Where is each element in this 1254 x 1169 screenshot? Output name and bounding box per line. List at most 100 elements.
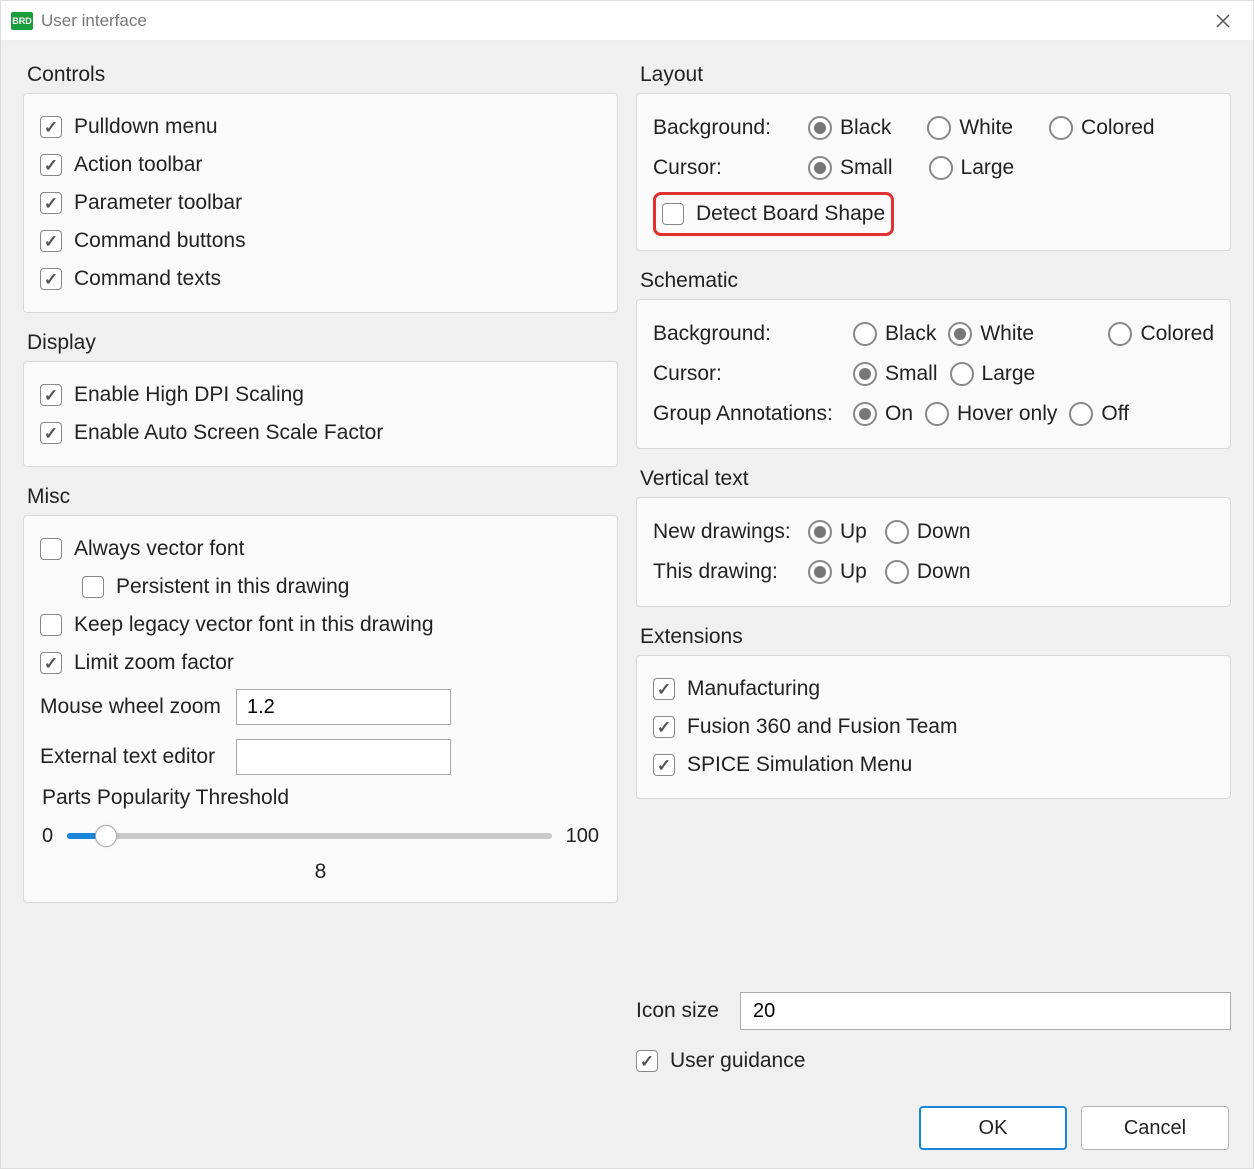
group-misc: Always vector font Persistent in this dr…	[23, 515, 618, 903]
checkbox-parameter-toolbar[interactable]	[40, 192, 62, 214]
label-manufacturing: Manufacturing	[687, 677, 820, 701]
label-mouse-wheel-zoom: Mouse wheel zoom	[40, 695, 236, 719]
radio-annot-on[interactable]	[853, 402, 877, 426]
radio-schem-bg-colored[interactable]	[1108, 322, 1132, 346]
group-title-vertical-text: Vertical text	[636, 467, 1231, 491]
slider-thumb[interactable]	[95, 825, 117, 847]
checkbox-always-vector-font[interactable]	[40, 538, 62, 560]
label-schem-large: Large	[982, 362, 1036, 386]
label-command-buttons: Command buttons	[74, 229, 246, 253]
label-schem-small: Small	[885, 362, 938, 386]
radio-schem-cursor-small[interactable]	[853, 362, 877, 386]
radio-new-up[interactable]	[808, 520, 832, 544]
slider-min: 0	[42, 825, 53, 848]
checkbox-high-dpi[interactable]	[40, 384, 62, 406]
radio-annot-hover[interactable]	[925, 402, 949, 426]
slider-parts-threshold[interactable]	[67, 833, 552, 839]
group-vertical-text: New drawings: Up Down This drawing: Up D…	[636, 497, 1231, 607]
label-hover: Hover only	[957, 402, 1057, 426]
label-action-toolbar: Action toolbar	[74, 153, 202, 177]
radio-layout-bg-colored[interactable]	[1049, 116, 1073, 140]
label-group-annotations: Group Annotations:	[653, 402, 853, 426]
checkbox-spice[interactable]	[653, 754, 675, 776]
radio-layout-bg-black[interactable]	[808, 116, 832, 140]
checkbox-persistent[interactable]	[82, 576, 104, 598]
label-large: Large	[961, 156, 1015, 180]
titlebar: BRD User interface	[1, 1, 1253, 41]
label-new-drawings: New drawings:	[653, 520, 808, 544]
radio-this-up[interactable]	[808, 560, 832, 584]
checkbox-command-texts[interactable]	[40, 268, 62, 290]
label-user-guidance: User guidance	[670, 1049, 805, 1073]
checkbox-fusion[interactable]	[653, 716, 675, 738]
label-schem-black: Black	[885, 322, 936, 346]
cancel-button[interactable]: Cancel	[1081, 1106, 1229, 1150]
label-on: On	[885, 402, 913, 426]
checkbox-keep-legacy[interactable]	[40, 614, 62, 636]
app-icon: BRD	[11, 12, 33, 30]
highlight-detect-board-shape: Detect Board Shape	[653, 192, 894, 236]
group-title-misc: Misc	[23, 485, 618, 509]
checkbox-detect-board-shape[interactable]	[662, 203, 684, 225]
label-colored: Colored	[1081, 116, 1155, 140]
label-pulldown-menu: Pulldown menu	[74, 115, 218, 139]
group-schematic: Background: Black White Colored Cursor: …	[636, 299, 1231, 449]
radio-annot-off[interactable]	[1069, 402, 1093, 426]
close-button[interactable]	[1203, 6, 1243, 36]
label-schem-white: White	[980, 322, 1034, 346]
buttons-row: OK Cancel	[1, 1088, 1253, 1168]
input-icon-size[interactable]	[740, 992, 1231, 1030]
label-small: Small	[840, 156, 893, 180]
dialog-window: BRD User interface Controls Pulldown men…	[0, 0, 1254, 1169]
radio-schem-bg-black[interactable]	[853, 322, 877, 346]
label-white: White	[959, 116, 1013, 140]
radio-this-down[interactable]	[885, 560, 909, 584]
group-title-schematic: Schematic	[636, 269, 1231, 293]
label-this-down: Down	[917, 560, 971, 584]
label-auto-scale: Enable Auto Screen Scale Factor	[74, 421, 383, 445]
close-icon	[1216, 14, 1230, 28]
label-spice: SPICE Simulation Menu	[687, 753, 912, 777]
radio-schem-bg-white[interactable]	[948, 322, 972, 346]
ok-button[interactable]: OK	[919, 1106, 1067, 1150]
dialog-content: Controls Pulldown menu Action toolbar Pa…	[1, 41, 1253, 1088]
radio-schem-cursor-large[interactable]	[950, 362, 974, 386]
checkbox-command-buttons[interactable]	[40, 230, 62, 252]
right-column: Layout Background: Black White Colored C…	[636, 63, 1231, 1080]
label-black: Black	[840, 116, 891, 140]
slider-max: 100	[566, 825, 599, 848]
label-schem-colored: Colored	[1140, 322, 1214, 346]
slider-value: 8	[42, 860, 599, 884]
radio-new-down[interactable]	[885, 520, 909, 544]
input-mouse-wheel-zoom[interactable]	[236, 689, 451, 725]
label-always-vector-font: Always vector font	[74, 537, 244, 561]
group-extensions: Manufacturing Fusion 360 and Fusion Team…	[636, 655, 1231, 799]
label-limit-zoom: Limit zoom factor	[74, 651, 234, 675]
label-command-texts: Command texts	[74, 267, 221, 291]
group-title-layout: Layout	[636, 63, 1231, 87]
label-schem-cursor: Cursor:	[653, 362, 853, 386]
label-parts-threshold: Parts Popularity Threshold	[42, 786, 599, 810]
input-external-editor[interactable]	[236, 739, 451, 775]
radio-layout-bg-white[interactable]	[927, 116, 951, 140]
label-new-down: Down	[917, 520, 971, 544]
group-title-display: Display	[23, 331, 618, 355]
radio-layout-cursor-small[interactable]	[808, 156, 832, 180]
radio-layout-cursor-large[interactable]	[929, 156, 953, 180]
checkbox-auto-scale[interactable]	[40, 422, 62, 444]
group-display: Enable High DPI Scaling Enable Auto Scre…	[23, 361, 618, 467]
label-parameter-toolbar: Parameter toolbar	[74, 191, 242, 215]
label-fusion: Fusion 360 and Fusion Team	[687, 715, 957, 739]
label-icon-size: Icon size	[636, 999, 726, 1023]
label-schem-background: Background:	[653, 322, 853, 346]
checkbox-manufacturing[interactable]	[653, 678, 675, 700]
checkbox-user-guidance[interactable]	[636, 1050, 658, 1072]
checkbox-pulldown-menu[interactable]	[40, 116, 62, 138]
left-column: Controls Pulldown menu Action toolbar Pa…	[23, 63, 618, 1080]
group-controls: Pulldown menu Action toolbar Parameter t…	[23, 93, 618, 313]
group-layout: Background: Black White Colored Cursor: …	[636, 93, 1231, 251]
label-off: Off	[1101, 402, 1129, 426]
checkbox-limit-zoom[interactable]	[40, 652, 62, 674]
checkbox-action-toolbar[interactable]	[40, 154, 62, 176]
bottom-area: Icon size User guidance	[636, 982, 1231, 1080]
